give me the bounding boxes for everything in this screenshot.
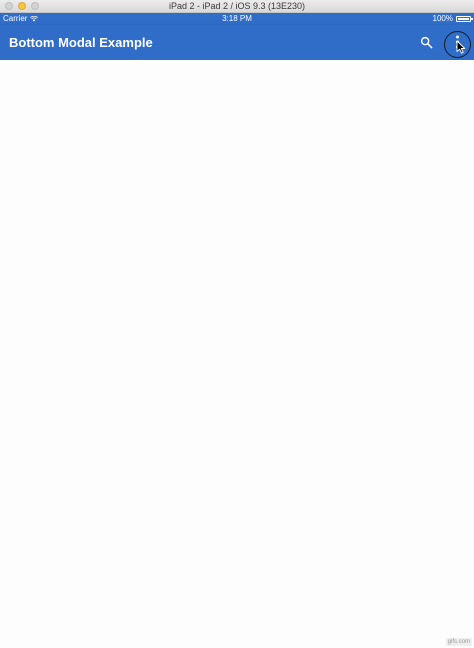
- window-title-bar: iPad 2 - iPad 2 / iOS 9.3 (13E230): [0, 0, 474, 13]
- battery-percentage: 100%: [432, 14, 453, 23]
- more-vert-icon[interactable]: [456, 35, 459, 51]
- window-title: iPad 2 - iPad 2 / iOS 9.3 (13E230): [168, 1, 306, 11]
- app-bar-title: Bottom Modal Example: [9, 35, 153, 50]
- status-time: 3:18 PM: [222, 14, 252, 23]
- battery-icon: [456, 16, 473, 22]
- app-bar: Bottom Modal Example: [0, 25, 474, 60]
- battery-indicator: 100%: [432, 13, 473, 25]
- ios-status-bar: Carrier 3:18 PM 100%: [0, 13, 474, 25]
- search-icon: [420, 36, 433, 49]
- simulator-window: iPad 2 - iPad 2 / iOS 9.3 (13E230) Carri…: [0, 0, 474, 648]
- main-content: gifs.com: [0, 60, 474, 648]
- search-button[interactable]: [418, 34, 435, 51]
- watermark: gifs.com: [445, 638, 472, 646]
